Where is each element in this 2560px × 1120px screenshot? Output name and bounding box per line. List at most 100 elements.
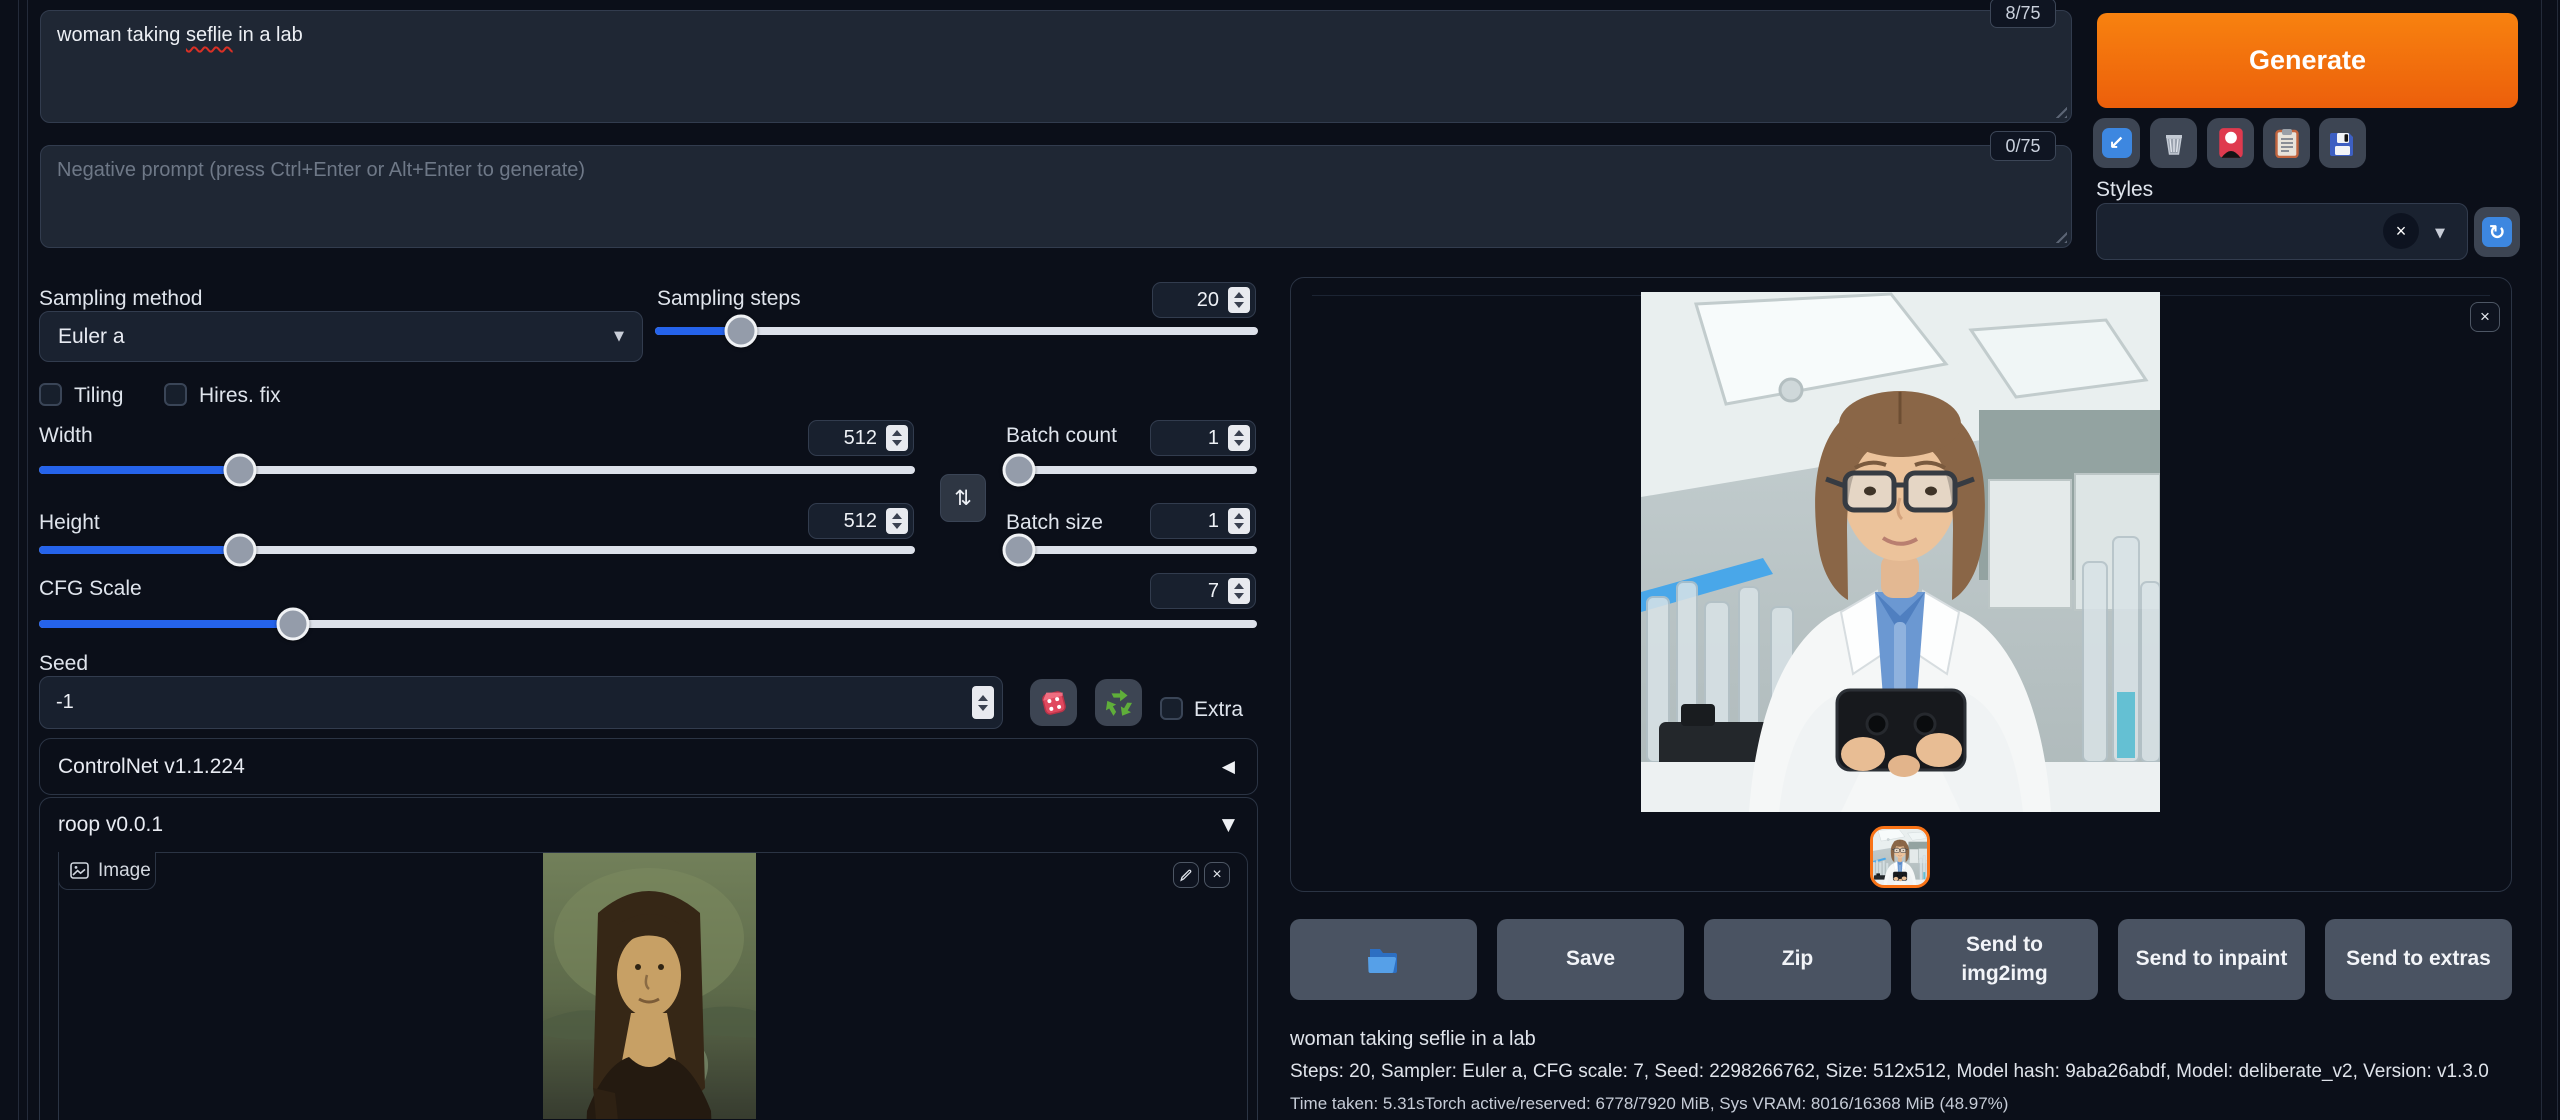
sampling-steps-label: Sampling steps xyxy=(657,287,801,311)
extra-networks-button[interactable] xyxy=(2207,118,2254,168)
width-slider[interactable] xyxy=(39,466,915,474)
width-input[interactable]: 512 xyxy=(808,420,914,456)
arrow-down-left-icon: ↙ xyxy=(2102,128,2132,158)
controlnet-accordion-label: ControlNet v1.1.224 xyxy=(58,755,245,779)
batch-count-label: Batch count xyxy=(1006,424,1117,448)
batch-count-slider[interactable] xyxy=(1007,466,1257,474)
switch-width-height-button[interactable]: ⇅ xyxy=(940,474,986,522)
slider-handle[interactable] xyxy=(224,454,257,487)
chevron-down-icon: ▼ xyxy=(1222,815,1235,835)
send-to-extras-button[interactable]: Send to extras xyxy=(2325,919,2512,1000)
cfg-scale-input[interactable]: 7 xyxy=(1150,573,1256,609)
slider-handle[interactable] xyxy=(1003,454,1036,487)
spinner-icon[interactable] xyxy=(972,686,994,719)
send-to-inpaint-button[interactable]: Send to inpaint xyxy=(2118,919,2305,1000)
switch-dims-icon: ⇅ xyxy=(954,486,972,510)
prompt-text: woman taking seflie in a lab xyxy=(41,11,2071,60)
open-folder-button[interactable] xyxy=(1290,919,1477,1000)
gallery-thumbnail[interactable] xyxy=(1870,826,1930,888)
left-rail-line xyxy=(18,0,19,1120)
height-input[interactable]: 512 xyxy=(808,503,914,539)
spinner-icon[interactable] xyxy=(1228,578,1250,604)
resize-handle-icon[interactable] xyxy=(2052,103,2067,118)
batch-size-label: Batch size xyxy=(1006,511,1103,535)
slider-handle[interactable] xyxy=(277,608,310,641)
random-seed-button[interactable] xyxy=(1030,679,1077,726)
slider-handle[interactable] xyxy=(224,534,257,567)
close-icon: × xyxy=(2396,221,2407,242)
chevron-left-icon: ◀ xyxy=(1222,757,1235,777)
spinner-icon[interactable] xyxy=(886,425,908,451)
pencil-icon xyxy=(1179,868,1193,882)
batch-size-slider[interactable] xyxy=(1007,546,1257,554)
reuse-seed-button[interactable] xyxy=(1095,679,1142,726)
height-slider[interactable] xyxy=(39,546,915,554)
width-label: Width xyxy=(39,424,93,448)
refresh-styles-button[interactable]: ↻ xyxy=(2474,207,2520,257)
styles-label: Styles xyxy=(2096,178,2153,202)
tiling-checkbox[interactable] xyxy=(39,383,62,406)
cfg-scale-label: CFG Scale xyxy=(39,577,142,601)
paste-params-button[interactable]: ↙ xyxy=(2093,118,2140,168)
sampling-steps-slider[interactable] xyxy=(655,327,1258,335)
cfg-scale-slider[interactable] xyxy=(39,620,1257,628)
sampling-steps-input[interactable]: 20 xyxy=(1152,282,1256,318)
image-icon xyxy=(70,862,89,879)
roop-source-image xyxy=(543,853,756,1119)
refresh-icon: ↻ xyxy=(2482,217,2512,247)
styles-clear-button[interactable]: × xyxy=(2383,213,2419,249)
prompt-textbox[interactable]: woman taking seflie in a lab xyxy=(40,10,2072,123)
generated-image[interactable] xyxy=(1641,292,2160,812)
close-icon: × xyxy=(1212,866,1221,884)
seed-extra-checkbox[interactable] xyxy=(1160,697,1183,720)
sampling-method-label: Sampling method xyxy=(39,287,202,311)
left-rail-line-2 xyxy=(27,0,28,1120)
sampling-method-value: Euler a xyxy=(58,325,125,349)
negative-token-counter: 0/75 xyxy=(1990,131,2056,161)
seed-label: Seed xyxy=(39,652,88,676)
controlnet-accordion[interactable]: ControlNet v1.1.224 ◀ xyxy=(39,738,1258,795)
tiling-label: Tiling xyxy=(74,384,123,408)
right-rail-line xyxy=(2541,0,2542,1120)
tab-image-label: Image xyxy=(98,860,151,882)
clipboard-icon xyxy=(2275,128,2299,158)
negative-prompt-textbox xyxy=(40,145,2072,248)
negative-prompt-input[interactable] xyxy=(41,146,2071,247)
spinner-icon[interactable] xyxy=(886,508,908,534)
hires-fix-label: Hires. fix xyxy=(199,384,281,408)
prompt-token-counter: 8/75 xyxy=(1990,0,2056,28)
spinner-icon[interactable] xyxy=(1228,425,1250,451)
hires-fix-checkbox[interactable] xyxy=(164,383,187,406)
save-button[interactable]: Save xyxy=(1497,919,1684,1000)
save-style-button[interactable] xyxy=(2319,118,2366,168)
tab-image[interactable]: Image xyxy=(58,852,156,890)
output-params-text: Steps: 20, Sampler: Euler a, CFG scale: … xyxy=(1290,1061,2489,1083)
clear-prompt-button[interactable] xyxy=(2150,118,2197,168)
sampling-method-dropdown[interactable]: Euler a ▼ xyxy=(39,311,643,362)
seed-input[interactable]: -1 xyxy=(39,676,1003,729)
batch-size-input[interactable]: 1 xyxy=(1150,503,1256,539)
apply-style-button[interactable] xyxy=(2263,118,2310,168)
send-to-img2img-button[interactable]: Send to img2img xyxy=(1911,919,2098,1000)
flower-card-icon xyxy=(2218,127,2244,159)
close-gallery-button[interactable]: × xyxy=(2470,302,2500,332)
styles-dropdown[interactable]: × ▼ xyxy=(2096,203,2468,260)
zip-button[interactable]: Zip xyxy=(1704,919,1891,1000)
roop-accordion-label: roop v0.0.1 xyxy=(58,813,163,837)
batch-count-input[interactable]: 1 xyxy=(1150,420,1256,456)
slider-handle[interactable] xyxy=(1003,534,1036,567)
edit-image-button[interactable] xyxy=(1173,862,1199,888)
clear-image-button[interactable]: × xyxy=(1204,862,1230,888)
recycle-icon xyxy=(1104,688,1134,718)
output-time-text: Time taken: 5.31sTorch active/reserved: … xyxy=(1290,1094,2008,1114)
dice-icon xyxy=(1039,688,1069,718)
spinner-icon[interactable] xyxy=(1228,287,1250,313)
trash-icon xyxy=(2160,129,2188,157)
folder-icon xyxy=(1366,945,1402,975)
spinner-icon[interactable] xyxy=(1228,508,1250,534)
slider-handle[interactable] xyxy=(725,315,758,348)
chevron-down-icon: ▼ xyxy=(2435,226,2445,241)
generate-button[interactable]: Generate xyxy=(2097,13,2518,108)
right-rail-line-2 xyxy=(2557,0,2558,1120)
sd-webui-txt2img: woman taking seflie in a lab 8/75 0/75 S… xyxy=(0,0,2560,1120)
